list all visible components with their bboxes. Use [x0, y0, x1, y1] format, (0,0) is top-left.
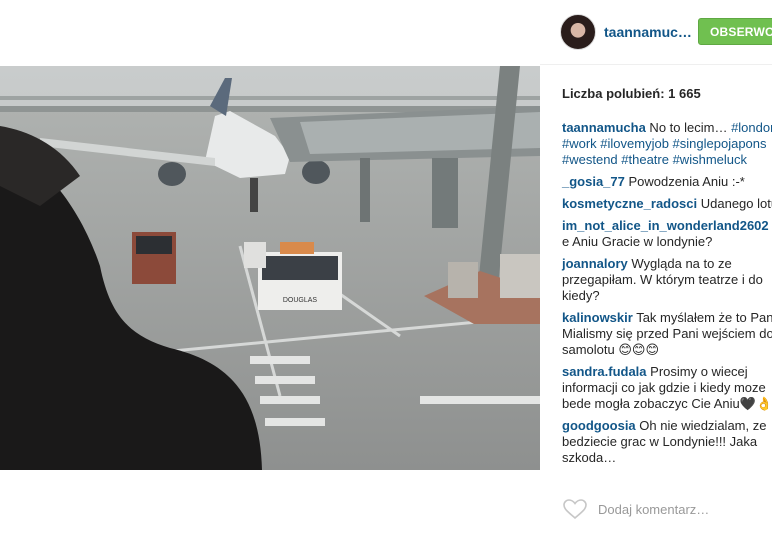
comment-author[interactable]: _gosia_77 [562, 174, 625, 189]
comment-item: kosmetyczne_radosci Udanego lotu [562, 196, 772, 212]
airport-apron-photo: DOUGLAS [0, 66, 540, 470]
comment-text: Udanego lotu [697, 196, 772, 211]
comment-author[interactable]: kosmetyczne_radosci [562, 196, 697, 211]
post-photo[interactable]: DOUGLAS [0, 66, 540, 470]
comment-item: _gosia_77 Powodzenia Aniu :-* [562, 174, 772, 190]
caption-author[interactable]: taannamucha [562, 120, 646, 135]
comment-text: Powodzenia Aniu :-* [624, 174, 745, 189]
comment-input[interactable] [596, 496, 772, 522]
comment-author[interactable]: kalinowskir [562, 310, 633, 325]
comment-text: e Aniu Gracie w londynie? [562, 234, 713, 249]
caption: taannamucha No to lecim… #london #work #… [562, 120, 772, 168]
comment-author[interactable]: im_not_alice_in_wonderland2602 [562, 218, 769, 233]
caption-text: No to lecim… [645, 120, 732, 135]
likes-count[interactable]: Liczba polubień: 1 665 [562, 86, 701, 101]
comment-author[interactable]: sandra.fudala [562, 364, 647, 379]
follow-button[interactable]: OBSERWOWA [698, 18, 772, 45]
comment-item: kalinowskir Tak myślałem że to Pani Mial… [562, 310, 772, 358]
post-username[interactable]: taannamuc… [604, 24, 692, 40]
truck-label: DOUGLAS [283, 297, 318, 304]
add-comment-bar [562, 496, 772, 522]
caption-tag-london[interactable]: #london [731, 120, 772, 135]
heart-outline-icon[interactable] [562, 498, 588, 520]
comment-item: joannalory Wygląda na to ze przegapiłam.… [562, 256, 772, 304]
comment-item: goodgoosia Oh nie wiedzialam, ze bedziec… [562, 418, 772, 466]
avatar[interactable] [560, 14, 596, 50]
comment-list: taannamucha No to lecim… #london #work #… [562, 120, 772, 472]
post-header: taannamuc… OBSERWOWA [540, 0, 772, 65]
comment-author[interactable]: goodgoosia [562, 418, 636, 433]
comment-author[interactable]: joannalory [562, 256, 628, 271]
comment-item: im_not_alice_in_wonderland2602 e Aniu Gr… [562, 218, 772, 250]
post-sidebar: taannamuc… OBSERWOWA Liczba polubień: 1 … [540, 0, 772, 536]
comment-item: sandra.fudala Prosimy o wiecej informacj… [562, 364, 772, 412]
caption-tags-line3[interactable]: #westend #theatre #wishmeluck [562, 152, 747, 167]
caption-tags-line2[interactable]: #work #ilovemyjob #singlepojapons [562, 136, 767, 151]
